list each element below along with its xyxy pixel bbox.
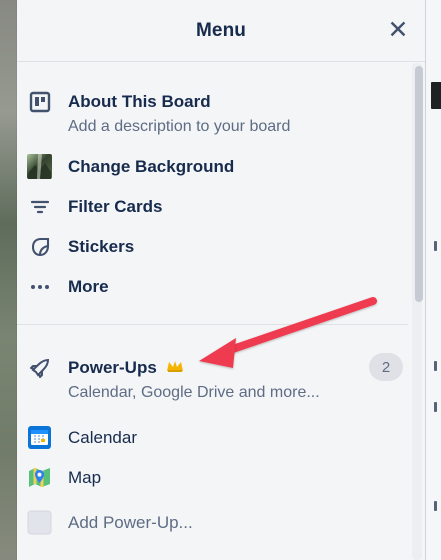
- board-mark: [434, 241, 437, 251]
- board-background-edge: [0, 0, 17, 560]
- power-up-label: Calendar: [68, 428, 137, 447]
- map-icon: [27, 465, 52, 490]
- menu-item-label: About This Board: [68, 92, 211, 111]
- power-up-calendar[interactable]: Calendar: [17, 425, 413, 455]
- calendar-icon: [27, 425, 52, 450]
- menu-scrollbar-thumb[interactable]: [415, 66, 423, 302]
- board-mark: [434, 402, 437, 412]
- rocket-icon: [27, 355, 52, 380]
- filter-icon: [27, 194, 52, 219]
- add-power-up-icon: [27, 510, 52, 535]
- board-icon: [27, 89, 52, 114]
- menu-item-about-this-board[interactable]: About This Board Add a description to yo…: [17, 88, 413, 142]
- menu-title: Menu: [195, 20, 246, 41]
- menu-item-label: Stickers: [68, 237, 135, 256]
- close-icon[interactable]: ✕: [385, 16, 411, 44]
- menu-item-description: Calendar, Google Drive and more...: [68, 384, 320, 401]
- menu-item-filter-cards[interactable]: Filter Cards: [17, 194, 413, 224]
- menu-item-stickers[interactable]: Stickers: [17, 234, 413, 264]
- add-power-up-button[interactable]: Add Power-Up...: [17, 510, 413, 540]
- menu-item-change-background[interactable]: Change Background: [17, 154, 413, 184]
- power-ups-count-badge: 2: [369, 353, 403, 381]
- menu-item-power-ups[interactable]: Power-Ups Calendar, Google Drive and mor…: [17, 354, 413, 408]
- board-canvas-edge: [425, 0, 441, 560]
- menu-item-description: Add a description to your board: [68, 118, 291, 135]
- power-up-label: Map: [68, 468, 102, 487]
- menu-item-label: Power-Ups: [68, 358, 157, 377]
- crown-icon: [165, 357, 185, 375]
- menu-item-label: Change Background: [68, 157, 235, 176]
- board-menu-panel: Menu ✕ About This Board Add a descriptio…: [17, 0, 425, 560]
- menu-item-label: Filter Cards: [68, 197, 163, 216]
- background-thumbnail-icon: [27, 154, 52, 179]
- add-power-up-label: Add Power-Up...: [68, 513, 193, 532]
- menu-item-label: More: [68, 277, 109, 296]
- board-mark: [434, 361, 437, 371]
- board-mark: [434, 501, 437, 511]
- board-list-edge: [431, 82, 441, 109]
- menu-item-more[interactable]: More: [17, 274, 413, 304]
- sticker-icon: [27, 234, 52, 259]
- menu-divider: [17, 324, 408, 325]
- power-up-map[interactable]: Map: [17, 465, 413, 495]
- menu-header: Menu ✕: [17, 0, 425, 62]
- more-icon: [27, 274, 52, 299]
